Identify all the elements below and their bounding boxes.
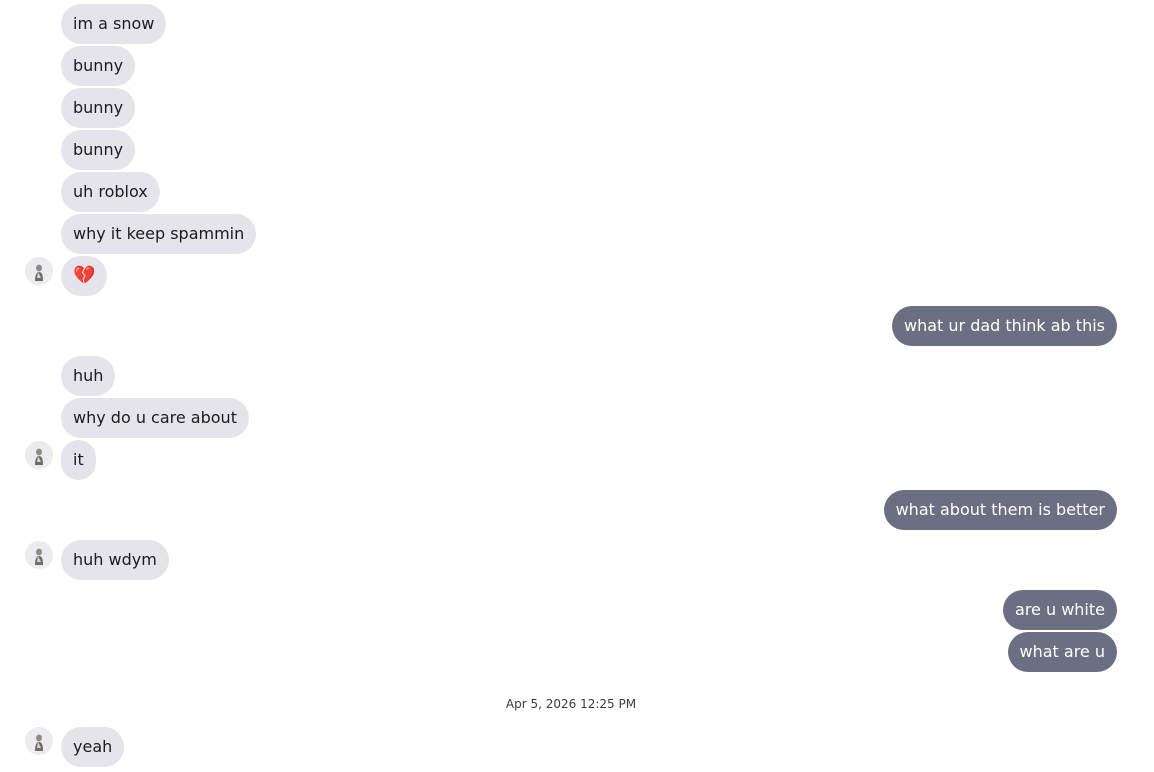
incoming-message[interactable]: yeah [61,727,125,767]
outgoing-message[interactable]: what are u [1007,632,1117,672]
incoming-message[interactable]: huh wdym [61,540,169,580]
outgoing-message[interactable]: are u white [1003,590,1117,630]
outgoing-message[interactable]: what about them is better [883,490,1117,530]
user-avatar-icon[interactable] [25,541,53,569]
incoming-message[interactable]: why do u care about [61,398,249,438]
message-timestamp: Apr 5, 2026 12:25 PM [505,697,637,711]
incoming-message[interactable]: bunny [61,46,136,86]
user-avatar-icon[interactable] [25,727,53,755]
user-avatar-icon[interactable] [25,441,53,469]
incoming-message[interactable]: uh roblox [61,172,160,212]
incoming-message[interactable]: im a snow [61,4,167,44]
incoming-message[interactable]: it [61,440,96,480]
outgoing-message[interactable]: what ur dad think ab this [892,306,1117,346]
incoming-message[interactable]: bunny [61,88,136,128]
user-avatar-icon[interactable] [25,257,53,285]
incoming-message[interactable]: bunny [61,130,136,170]
incoming-message[interactable]: why it keep spammin [61,214,257,254]
incoming-message[interactable]: huh [61,356,116,396]
incoming-emoji-message[interactable]: 💔 [61,256,108,296]
